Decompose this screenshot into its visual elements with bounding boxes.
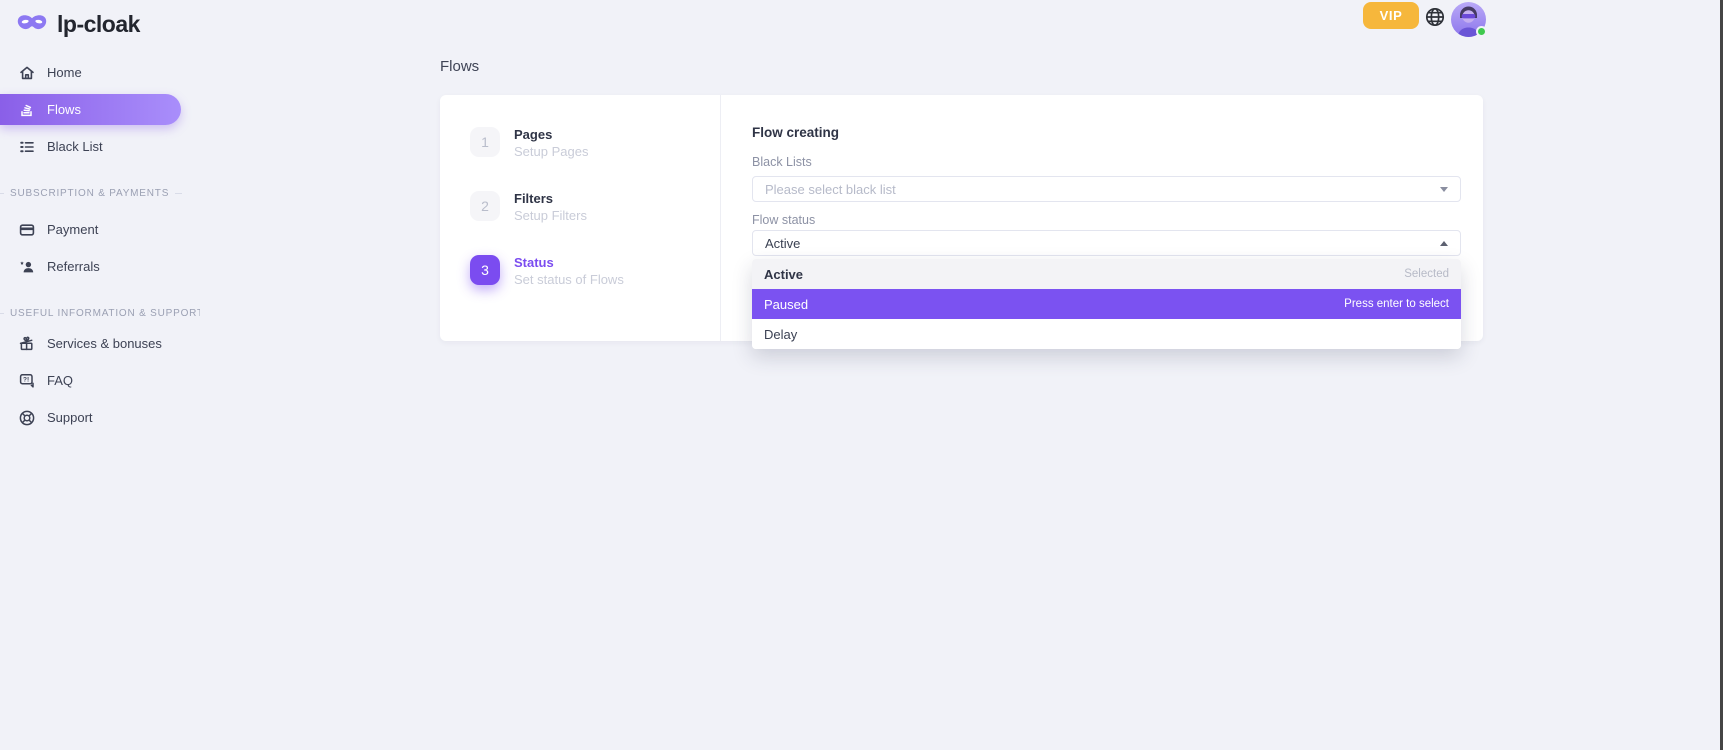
black-lists-select[interactable] — [752, 176, 1461, 202]
sidebar-item-black-list[interactable]: Black List — [0, 128, 200, 165]
app-root: lp-cloak VIP Home — [0, 0, 1723, 750]
sidebar: Home Flows Black List SUBSCRIPTION & PAY… — [0, 54, 200, 436]
step-number-badge: 2 — [470, 191, 500, 221]
step-number-badge: 1 — [470, 127, 500, 157]
flows-icon — [18, 101, 36, 119]
sidebar-item-services[interactable]: Services & bonuses — [0, 325, 200, 362]
sidebar-item-label: Black List — [47, 139, 103, 154]
form-title: Flow creating — [752, 125, 1461, 141]
option-delay[interactable]: Delay — [752, 319, 1461, 349]
option-hint: Selected — [1404, 268, 1449, 280]
wizard-steps: 1 Pages Setup Pages 2 Filters Setup Filt… — [440, 95, 721, 341]
sidebar-item-label: Support — [47, 410, 93, 425]
sidebar-item-label: Payment — [47, 222, 98, 237]
flow-creating-card: 1 Pages Setup Pages 2 Filters Setup Filt… — [440, 95, 1483, 341]
sidebar-item-label: Referrals — [47, 259, 100, 274]
payment-icon — [18, 221, 36, 239]
user-avatar[interactable] — [1451, 2, 1486, 37]
sidebar-item-label: Flows — [47, 102, 81, 117]
flow-status-select[interactable]: Active — [752, 230, 1461, 256]
sidebar-item-flows[interactable]: Flows — [0, 94, 181, 125]
sidebar-item-referrals[interactable]: Referrals — [0, 248, 200, 285]
sidebar-item-label: Services & bonuses — [47, 336, 162, 351]
option-paused[interactable]: Paused Press enter to select — [752, 289, 1461, 319]
option-hint: Press enter to select — [1344, 298, 1449, 310]
vip-button[interactable]: VIP — [1363, 2, 1419, 29]
sidebar-item-label: FAQ — [47, 373, 73, 388]
flow-status-label: Flow status — [752, 213, 1461, 228]
sidebar-item-home[interactable]: Home — [0, 54, 200, 91]
brand-logo[interactable]: lp-cloak — [16, 6, 140, 42]
step-subtitle: Set status of Flows — [514, 272, 624, 287]
step-number-badge: 3 — [470, 255, 500, 285]
sidebar-item-support[interactable]: Support — [0, 399, 200, 436]
svg-text:?!: ?! — [23, 376, 29, 383]
step-subtitle: Setup Filters — [514, 208, 587, 223]
chevron-down-icon — [1440, 187, 1448, 192]
online-status-dot — [1476, 26, 1487, 37]
sidebar-item-payment[interactable]: Payment — [0, 211, 200, 248]
step-status[interactable]: 3 Status Set status of Flows — [470, 255, 720, 287]
brand-name: lp-cloak — [57, 11, 140, 38]
step-title: Status — [514, 255, 624, 270]
flow-status-value: Active — [765, 236, 800, 251]
page-title: Flows — [440, 58, 479, 75]
black-lists-input[interactable] — [765, 182, 1432, 197]
flow-status-select-wrap: Active Active Selected Paused Press ente… — [752, 230, 1461, 256]
lifebuoy-icon — [18, 409, 36, 427]
faq-icon: ?! — [18, 372, 36, 390]
flow-status-dropdown: Active Selected Paused Press enter to se… — [752, 259, 1461, 349]
home-icon — [18, 64, 36, 82]
step-pages[interactable]: 1 Pages Setup Pages — [470, 127, 720, 159]
sidebar-item-faq[interactable]: ?! FAQ — [0, 362, 200, 399]
chevron-up-icon — [1440, 241, 1448, 246]
mask-icon — [16, 12, 48, 36]
sidebar-item-label: Home — [47, 65, 82, 80]
sidebar-section-support: USEFUL INFORMATION & SUPPORT — [0, 303, 200, 323]
option-active[interactable]: Active Selected — [752, 259, 1461, 289]
gift-icon — [18, 335, 36, 353]
globe-icon[interactable] — [1424, 6, 1446, 28]
step-filters[interactable]: 2 Filters Setup Filters — [470, 191, 720, 223]
step-subtitle: Setup Pages — [514, 144, 588, 159]
step-title: Pages — [514, 127, 588, 142]
step-title: Filters — [514, 191, 587, 206]
black-lists-label: Black Lists — [752, 155, 1461, 170]
flow-creating-form: Flow creating Black Lists Flow status Ac… — [721, 95, 1483, 341]
black-list-icon — [18, 138, 36, 156]
sidebar-section-subscription: SUBSCRIPTION & PAYMENTS — [0, 183, 200, 203]
referrals-icon — [18, 258, 36, 276]
